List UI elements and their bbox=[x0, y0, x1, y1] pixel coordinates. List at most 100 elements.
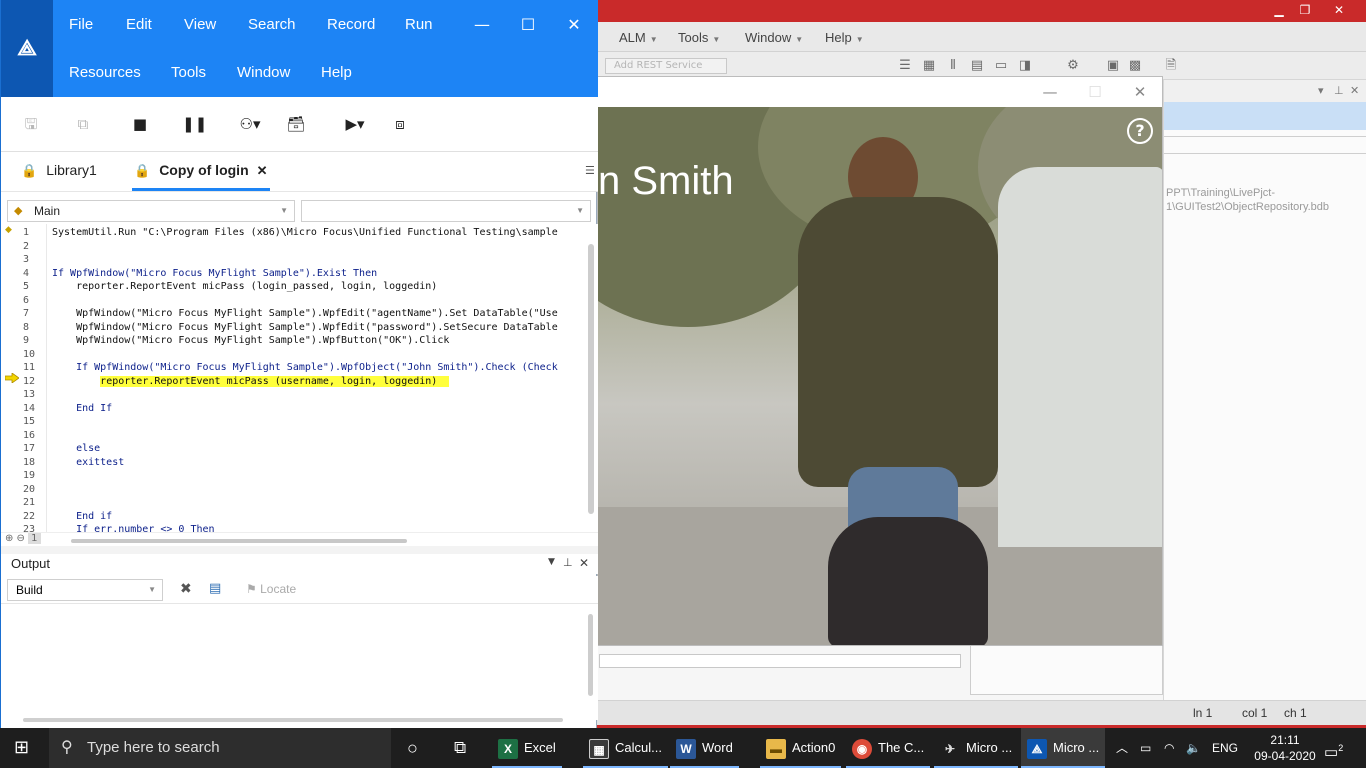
flow-icon[interactable]: ◨ bbox=[1017, 58, 1033, 74]
menu-record[interactable]: Record bbox=[327, 16, 375, 33]
scope-combo[interactable]: ◆ Main ▼ bbox=[7, 200, 295, 222]
menu-run[interactable]: Run bbox=[405, 16, 433, 33]
panel-dropdown-icon[interactable]: ▾ bbox=[1318, 84, 1324, 97]
zoom-controls[interactable]: ⊕ ⊖ 1 bbox=[5, 533, 41, 544]
tray-expand-icon[interactable]: ︿ bbox=[1116, 728, 1128, 768]
code-line[interactable]: End if bbox=[52, 510, 112, 524]
output-options-icon[interactable]: ▤ bbox=[209, 581, 221, 596]
bg-minimize-button[interactable]: ▁ bbox=[1265, 2, 1293, 18]
cortana-icon[interactable]: ○ bbox=[407, 728, 418, 768]
panel-icon[interactable]: ▭ bbox=[993, 58, 1009, 74]
tab-close-icon[interactable]: ✕ bbox=[257, 163, 268, 178]
wifi-icon[interactable]: ◠ bbox=[1164, 728, 1174, 768]
pin-icon[interactable]: ⊥ bbox=[563, 556, 573, 569]
panel-close-icon[interactable]: ✕ bbox=[1350, 84, 1359, 97]
battery-icon[interactable]: ▭ bbox=[1140, 728, 1151, 768]
notification-icon[interactable]: ▭2 bbox=[1324, 728, 1343, 768]
code-line[interactable]: SystemUtil.Run "C:\Program Files (x86)\M… bbox=[52, 226, 558, 240]
run-options-icon[interactable]: ▶▾ bbox=[341, 114, 369, 134]
code-line[interactable]: else bbox=[52, 442, 100, 456]
taskbar-app-calculator[interactable]: ▦ Calcul... bbox=[583, 728, 668, 768]
menu-help[interactable]: Help bbox=[321, 64, 352, 81]
taskbar-app-myflight[interactable]: ✈ Micro ... bbox=[934, 728, 1019, 768]
pane-splitter[interactable] bbox=[1, 546, 598, 554]
menu-view[interactable]: View bbox=[184, 16, 216, 33]
output-horizontal-thumb[interactable] bbox=[23, 718, 563, 722]
menu-tools[interactable]: Tools bbox=[171, 64, 206, 81]
taskbar-app-chrome[interactable]: ◉ The C... bbox=[846, 728, 931, 768]
pane-dropdown-icon[interactable]: ▼ bbox=[548, 557, 555, 567]
code-line[interactable]: If WpfWindow("Micro Focus MyFlight Sampl… bbox=[52, 267, 377, 281]
menu-edit[interactable]: Edit bbox=[126, 16, 152, 33]
output-vertical-thumb[interactable] bbox=[588, 614, 593, 696]
editor-vertical-scrollbar[interactable] bbox=[585, 224, 597, 532]
code-line[interactable]: WpfWindow("Micro Focus MyFlight Sample")… bbox=[52, 321, 558, 335]
panel-pin-icon[interactable]: ⊥ bbox=[1334, 84, 1344, 97]
member-combo[interactable]: ▼ bbox=[301, 200, 591, 222]
menu-window[interactable]: Window bbox=[237, 64, 290, 81]
add-rest-service-combo[interactable]: Add REST Service bbox=[605, 58, 727, 74]
taskbar-search-box[interactable]: ⚲ Type here to search bbox=[49, 728, 391, 768]
clock[interactable]: 21:11 09-04-2020 bbox=[1252, 728, 1318, 768]
code-line[interactable]: WpfWindow("Micro Focus MyFlight Sample")… bbox=[52, 334, 449, 348]
repository-icon[interactable]: ▣ bbox=[1105, 58, 1121, 74]
bg-menu-window[interactable]: Window ▼ bbox=[745, 30, 803, 45]
bg-horizontal-scrollbar[interactable] bbox=[599, 654, 961, 668]
output-source-combo[interactable]: Build ▼ bbox=[7, 579, 163, 601]
taskbar-app-uft[interactable]: ⟁ Micro ... bbox=[1021, 728, 1106, 768]
run-from-step-icon[interactable]: ⧈ bbox=[390, 114, 410, 134]
code-line[interactable]: End If bbox=[52, 402, 112, 416]
code-line[interactable]: If WpfWindow("Micro Focus MyFlight Sampl… bbox=[52, 361, 558, 375]
stop-icon[interactable]: ■ bbox=[131, 114, 149, 134]
taskbar-app-word[interactable]: W Word bbox=[670, 728, 739, 768]
taskbar-app-excel[interactable]: X Excel bbox=[492, 728, 562, 768]
save-icon[interactable]: 🖫 bbox=[21, 114, 41, 134]
maximize-button[interactable]: ☐ bbox=[516, 14, 540, 36]
bg-maximize-button[interactable]: ❐ bbox=[1291, 2, 1319, 18]
bg-menu-tools[interactable]: Tools ▼ bbox=[678, 30, 720, 45]
help-icon[interactable]: ? bbox=[1127, 118, 1153, 144]
code-line[interactable]: exittest bbox=[52, 456, 124, 470]
menu-search[interactable]: Search bbox=[248, 16, 296, 33]
code-editor[interactable]: ◆ 1 2 3 4 5 6 7 8 9 10 11 12 13 14 15 16 17 18 19 20 21 22 23 … bbox=[1, 224, 598, 532]
right-panel-selected-row[interactable] bbox=[1164, 102, 1366, 130]
clear-icon[interactable]: ✖ bbox=[180, 581, 192, 597]
menu-resources[interactable]: Resources bbox=[69, 64, 141, 81]
code-line[interactable]: reporter.ReportEvent micPass (username, … bbox=[52, 375, 450, 389]
tab-copy-of-login[interactable]: 🔒 Copy of login ✕ bbox=[134, 162, 268, 179]
save-all-icon[interactable]: ⧉ bbox=[73, 114, 93, 134]
volume-icon[interactable]: 🔈 bbox=[1186, 728, 1201, 768]
code-line[interactable]: reporter.ReportEvent micPass (login_pass… bbox=[52, 280, 437, 294]
task-view-icon[interactable]: ⧉ bbox=[454, 728, 466, 768]
object-icon[interactable]: ▩ bbox=[1127, 58, 1143, 74]
code-line[interactable]: WpfWindow("Micro Focus MyFlight Sample")… bbox=[52, 307, 558, 321]
right-panel-field[interactable] bbox=[1164, 136, 1366, 154]
editor-vertical-thumb[interactable] bbox=[588, 244, 594, 514]
grid-icon[interactable]: ▤ bbox=[969, 58, 985, 74]
code-line[interactable]: If err.number <> 0 Then bbox=[52, 523, 214, 532]
locate-button[interactable]: ⚑ Locate bbox=[246, 582, 296, 596]
windows-start-icon[interactable]: ⊞ bbox=[14, 738, 34, 758]
tab-list-icon[interactable]: ☰ bbox=[585, 164, 595, 177]
tab-library1[interactable]: 🔒 Library1 bbox=[21, 162, 97, 179]
bg-menu-alm[interactable]: ALM ▼ bbox=[619, 30, 658, 45]
output-close-icon[interactable]: ✕ bbox=[579, 556, 589, 570]
dialog-minimize-button[interactable]: — bbox=[1035, 81, 1065, 103]
bg-close-button[interactable]: ✕ bbox=[1325, 2, 1353, 18]
menu-file[interactable]: File bbox=[69, 16, 93, 33]
archive-icon[interactable]: 🗃 bbox=[286, 114, 306, 134]
dialog-close-button[interactable]: ✕ bbox=[1125, 81, 1155, 103]
pause-icon[interactable]: ❚❚ bbox=[182, 114, 207, 134]
list-icon[interactable]: ☰ bbox=[897, 58, 913, 74]
minimize-button[interactable]: — bbox=[470, 14, 494, 36]
record-options-icon[interactable]: ⚇▾ bbox=[234, 114, 266, 134]
document-icon[interactable]: 🗎 bbox=[1163, 58, 1179, 74]
editor-horizontal-thumb[interactable] bbox=[71, 539, 407, 543]
debug-icon[interactable]: ⚙ bbox=[1065, 58, 1081, 74]
bg-menu-help[interactable]: Help ▼ bbox=[825, 30, 864, 45]
columns-icon[interactable]: ⫴ bbox=[945, 58, 961, 74]
language-indicator[interactable]: ENG bbox=[1212, 728, 1238, 768]
taskbar-app-explorer[interactable]: ▬ Action0 bbox=[760, 728, 842, 768]
close-button[interactable]: ✕ bbox=[562, 14, 586, 36]
properties-icon[interactable]: ▦ bbox=[921, 58, 937, 74]
